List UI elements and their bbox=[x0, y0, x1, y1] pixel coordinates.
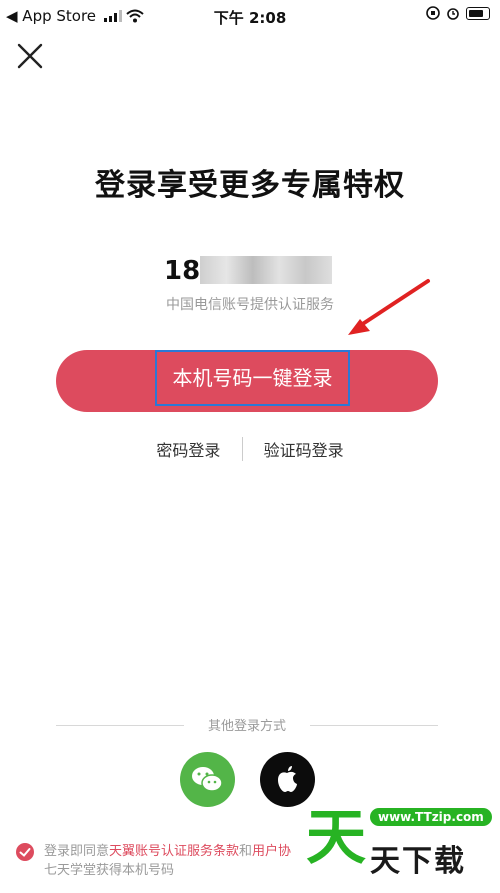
watermark-big-char: 天 bbox=[306, 803, 366, 873]
terms-link[interactable]: 天翼账号认证服务条款 bbox=[109, 844, 239, 859]
sms-code-login-link[interactable]: 验证码登录 bbox=[264, 437, 344, 461]
alt-login-options: 密码登录 验证码登录 bbox=[0, 437, 500, 461]
alt-login-divider bbox=[241, 437, 243, 461]
site-watermark: 天 www.TTzip.com 天下载 bbox=[298, 798, 498, 888]
alarm-icon bbox=[447, 8, 459, 20]
user-agreement-link[interactable]: 用户协 bbox=[252, 844, 291, 859]
agreement-suffix: 七天学堂获得本机号码 bbox=[44, 863, 175, 878]
orientation-lock-icon bbox=[426, 6, 440, 20]
status-right bbox=[426, 6, 490, 20]
other-methods-row: 其他登录方式 bbox=[56, 715, 438, 735]
agree-checkbox[interactable] bbox=[16, 843, 34, 861]
agreement-and: 和 bbox=[239, 844, 253, 859]
watermark-url: www.TTzip.com bbox=[370, 808, 492, 826]
page-title: 登录享受更多专属特权 bbox=[95, 168, 405, 203]
phone-number-masked bbox=[200, 256, 332, 284]
red-arrow-annotation bbox=[348, 279, 430, 335]
phone-number-prefix: 18 bbox=[164, 256, 201, 286]
close-icon[interactable] bbox=[14, 40, 46, 72]
status-bar: ◀ App Store 下午 2:08 bbox=[0, 0, 500, 32]
wechat-login-button[interactable] bbox=[180, 752, 235, 807]
battery-icon bbox=[466, 6, 490, 20]
one-click-login-label: 本机号码一键登录 bbox=[172, 366, 333, 390]
watermark-text: 天下载 bbox=[370, 844, 466, 879]
check-icon bbox=[19, 848, 31, 857]
password-login-link[interactable]: 密码登录 bbox=[156, 437, 220, 461]
divider-right bbox=[310, 725, 438, 726]
status-time: 下午 2:08 bbox=[213, 9, 287, 27]
wechat-icon bbox=[192, 767, 223, 792]
agreement-prefix: 登录即同意 bbox=[44, 844, 110, 859]
